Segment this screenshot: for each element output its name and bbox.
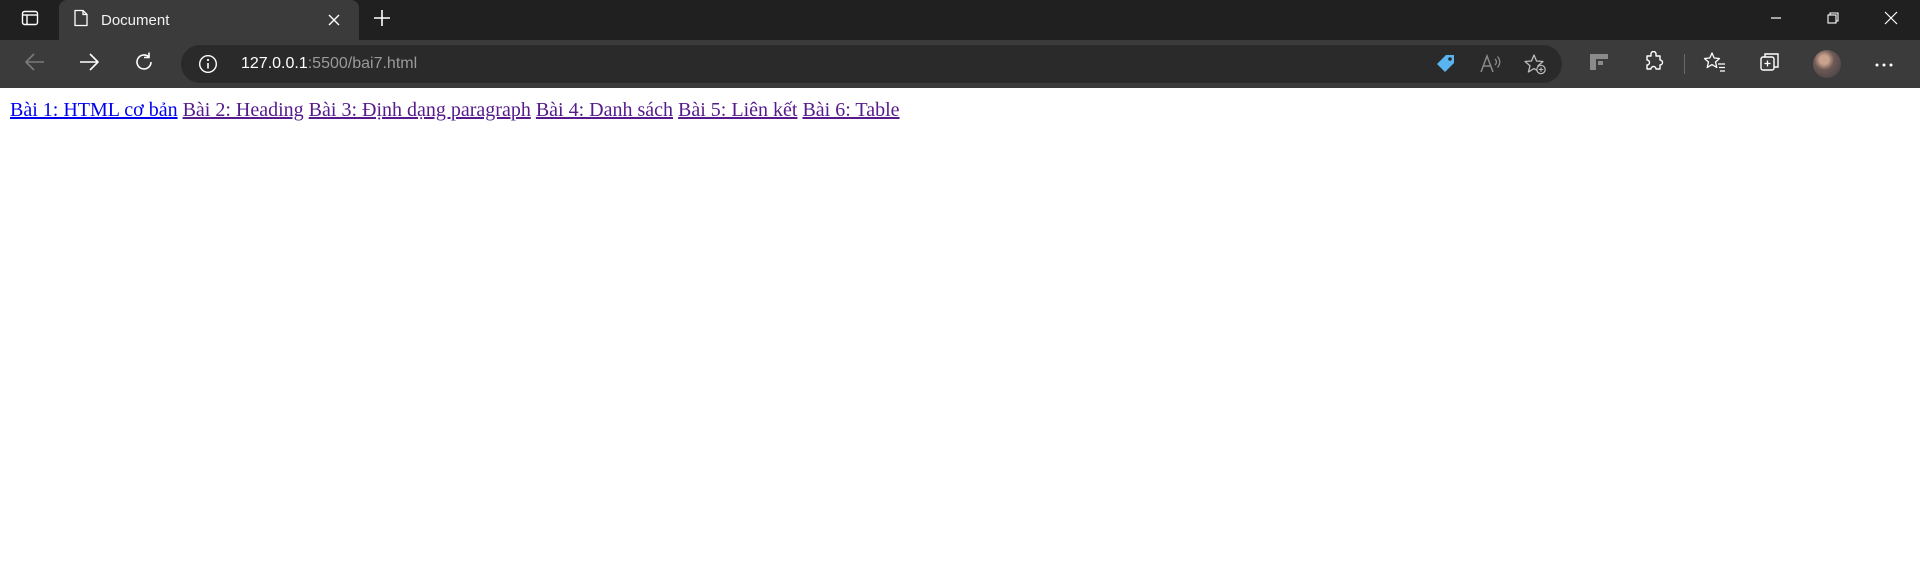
url-text[interactable]: 127.0.0.1:5500/bai7.html [241,55,417,73]
tab-actions-button[interactable] [8,0,52,40]
plus-icon [373,9,391,32]
tab-actions-icon [21,9,39,32]
browser-toolbar: 127.0.0.1:5500/bai7.html [0,40,1920,88]
favorites-icon [1703,51,1727,78]
coupon-tag-icon[interactable] [1433,52,1459,76]
refresh-icon [133,51,155,78]
minimize-button[interactable] [1748,0,1804,40]
link-bai-4[interactable]: Bài 4: Danh sách [536,99,673,121]
back-arrow-icon [24,52,46,77]
collections-button[interactable] [1750,46,1790,82]
restore-button[interactable] [1805,0,1861,40]
back-button[interactable] [15,46,55,82]
minimize-icon [1770,11,1782,29]
add-favorite-icon[interactable] [1522,52,1548,76]
refresh-button[interactable] [124,46,164,82]
more-button[interactable] [1864,46,1904,82]
window-close-icon [1884,11,1898,30]
link-bai-6[interactable]: Bài 6: Table [802,99,899,121]
restore-icon [1827,11,1839,29]
sidebar-app-button[interactable] [1579,46,1619,82]
read-aloud-icon[interactable] [1478,52,1504,76]
address-bar[interactable]: 127.0.0.1:5500/bai7.html [181,45,1562,83]
tab-strip: Document [0,0,1920,40]
link-bai-3[interactable]: Bài 3: Định dạng paragraph [309,99,531,121]
url-path: :5500/bai7.html [307,55,418,72]
new-tab-button[interactable] [366,4,398,36]
link-bai-5[interactable]: Bài 5: Liên kết [678,99,797,121]
tab-document[interactable]: Document [59,0,359,40]
extensions-button[interactable] [1634,46,1674,82]
more-icon [1874,55,1894,73]
link-bai-1[interactable]: Bài 1: HTML cơ bản [10,99,178,121]
forward-button[interactable] [69,46,109,82]
close-icon[interactable] [323,9,345,31]
url-host: 127.0.0.1 [241,55,308,72]
toolbar-separator [1684,54,1685,74]
sidebar-app-icon [1588,52,1610,77]
forward-arrow-icon [78,52,100,77]
page-content: Bài 1: HTML cơ bản Bài 2: Heading Bài 3:… [10,99,900,122]
window-close-button[interactable] [1863,0,1919,40]
avatar[interactable] [1813,50,1841,78]
extensions-icon [1643,50,1665,78]
info-icon[interactable] [197,53,219,75]
tab-title: Document [101,11,170,29]
page-icon [73,9,89,32]
collections-icon [1759,51,1781,78]
favorites-button[interactable] [1695,46,1735,82]
link-bai-2[interactable]: Bài 2: Heading [183,99,304,121]
